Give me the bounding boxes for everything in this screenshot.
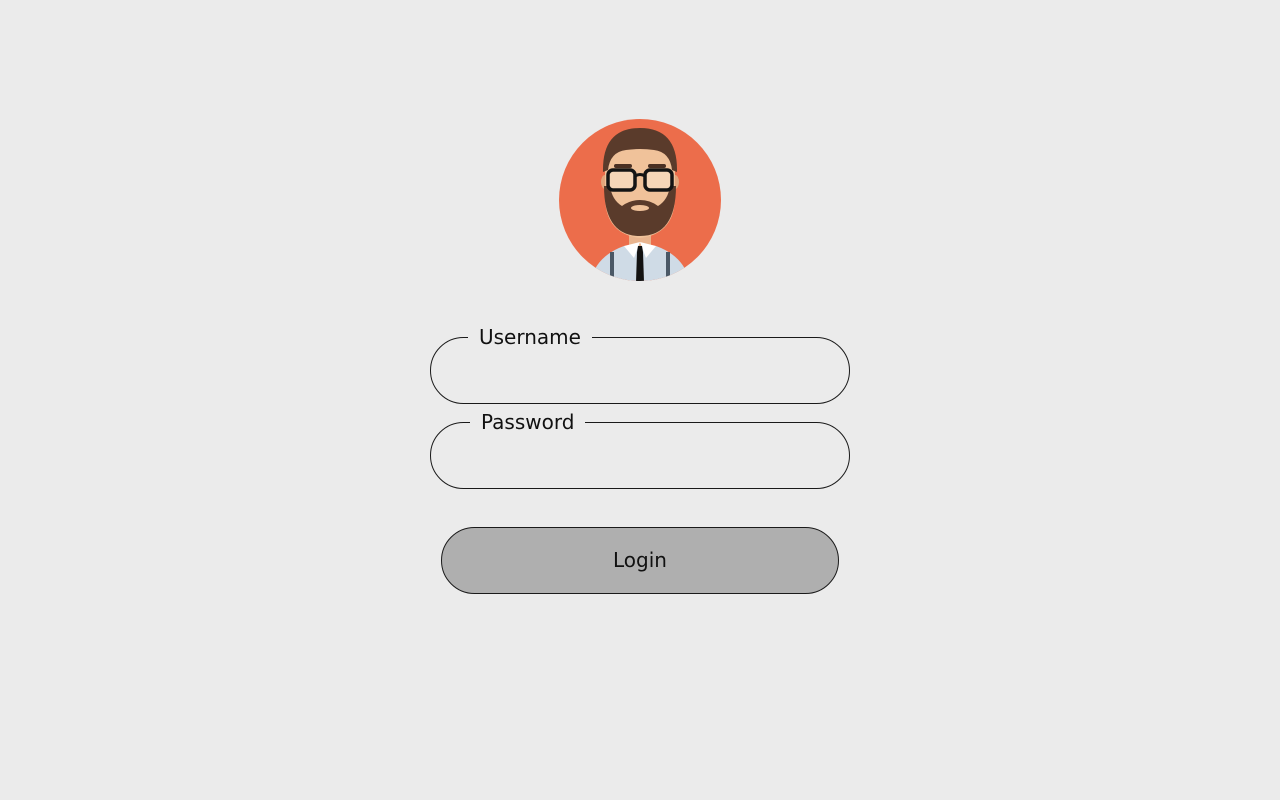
username-label: Username (468, 324, 592, 350)
password-input[interactable] (455, 441, 825, 473)
avatar (558, 118, 722, 282)
user-avatar-icon (559, 119, 721, 281)
password-field[interactable]: Password (430, 409, 850, 489)
username-input[interactable] (455, 356, 825, 388)
login-button-label: Login (613, 548, 667, 572)
login-button[interactable]: Login (441, 527, 839, 594)
login-page: Username Password Login (0, 0, 1280, 800)
password-label: Password (470, 409, 586, 435)
username-field[interactable]: Username (430, 324, 850, 404)
